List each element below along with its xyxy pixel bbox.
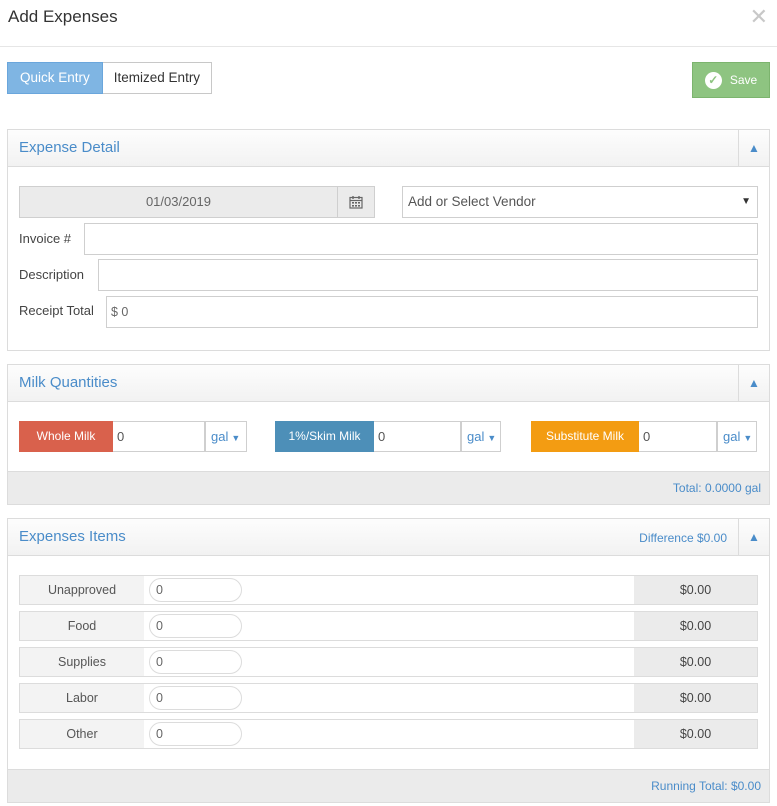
receipt-total-input[interactable]: $ 0 xyxy=(106,296,758,328)
expense-row-food: Food 0 $0.00 xyxy=(19,611,758,641)
expense-row-label: Food xyxy=(20,612,144,640)
description-label: Description xyxy=(19,267,85,282)
whole-milk-group: Whole Milk 0 gal ▼ xyxy=(19,421,247,452)
check-circle-icon: ✓ xyxy=(704,71,722,89)
expense-row-labor: Labor 0 $0.00 xyxy=(19,683,758,713)
dropdown-arrow-icon: ▼ xyxy=(741,196,751,207)
caret-down-icon: ▼ xyxy=(231,433,241,443)
expense-row-input[interactable]: 0 xyxy=(149,614,242,638)
receipt-total-label: Receipt Total xyxy=(19,303,94,318)
vendor-select[interactable]: Add or Select Vendor ▼ xyxy=(402,186,758,218)
unit-label: gal xyxy=(467,429,485,444)
expense-row-amount: $0.00 xyxy=(634,648,757,676)
expense-detail-title: Expense Detail xyxy=(19,139,120,156)
running-total: Running Total: $0.00 xyxy=(8,769,769,802)
substitute-milk-unit-dropdown[interactable]: gal ▼ xyxy=(717,421,757,452)
milk-quantities-panel: Milk Quantities ▲ Whole Milk 0 gal ▼ 1%/S… xyxy=(7,364,770,505)
chevron-up-icon[interactable]: ▲ xyxy=(738,365,769,401)
expense-detail-header: Expense Detail ▲ xyxy=(8,130,769,167)
expense-row-label: Other xyxy=(20,720,144,748)
quick-entry-button[interactable]: Quick Entry xyxy=(7,62,103,94)
expense-row-input[interactable]: 0 xyxy=(149,722,242,746)
skim-milk-group: 1%/Skim Milk 0 gal ▼ xyxy=(275,421,501,452)
expense-row-label: Labor xyxy=(20,684,144,712)
expense-row-amount: $0.00 xyxy=(634,576,757,604)
chevron-up-icon[interactable]: ▲ xyxy=(738,519,769,555)
modal-title: Add Expenses xyxy=(8,7,118,26)
skim-milk-unit-dropdown[interactable]: gal ▼ xyxy=(461,421,501,452)
expense-row-supplies: Supplies 0 $0.00 xyxy=(19,647,758,677)
skim-milk-label: 1%/Skim Milk xyxy=(275,421,374,452)
expenses-items-panel: Expenses Items Difference $0.00 ▲ Unappr… xyxy=(7,518,770,803)
skim-milk-input[interactable]: 0 xyxy=(374,421,461,452)
substitute-milk-label: Substitute Milk xyxy=(531,421,639,452)
expense-row-other: Other 0 $0.00 xyxy=(19,719,758,749)
substitute-milk-group: Substitute Milk 0 gal ▼ xyxy=(531,421,757,452)
expenses-items-header: Expenses Items Difference $0.00 ▲ xyxy=(8,519,769,556)
expense-row-unapproved: Unapproved 0 $0.00 xyxy=(19,575,758,605)
expense-row-label: Supplies xyxy=(20,648,144,676)
itemized-entry-button[interactable]: Itemized Entry xyxy=(102,62,213,94)
save-button[interactable]: ✓ Save xyxy=(692,62,770,98)
whole-milk-unit-dropdown[interactable]: gal ▼ xyxy=(205,421,247,452)
expense-detail-panel: Expense Detail ▲ 01/03/2019 Add or Selec… xyxy=(7,129,770,351)
whole-milk-input[interactable]: 0 xyxy=(113,421,205,452)
unit-label: gal xyxy=(211,429,229,444)
description-input[interactable] xyxy=(98,259,758,291)
expense-row-amount: $0.00 xyxy=(634,612,757,640)
unit-label: gal xyxy=(723,429,741,444)
substitute-milk-input[interactable]: 0 xyxy=(639,421,717,452)
entry-mode-toggle: Quick Entry Itemized Entry xyxy=(7,62,213,94)
caret-down-icon: ▼ xyxy=(487,433,497,443)
expense-row-input[interactable]: 0 xyxy=(149,650,242,674)
expense-row-input[interactable]: 0 xyxy=(149,686,242,710)
date-field[interactable]: 01/03/2019 xyxy=(19,186,375,218)
expense-row-amount: $0.00 xyxy=(634,684,757,712)
expense-row-amount: $0.00 xyxy=(634,720,757,748)
invoice-input[interactable] xyxy=(84,223,758,255)
whole-milk-label: Whole Milk xyxy=(19,421,113,452)
date-value: 01/03/2019 xyxy=(145,194,212,209)
expense-row-input[interactable]: 0 xyxy=(149,578,242,602)
invoice-label: Invoice # xyxy=(19,231,72,246)
milk-total: Total: 0.0000 gal xyxy=(8,471,769,504)
calendar-icon[interactable] xyxy=(337,187,374,217)
expenses-items-title: Expenses Items xyxy=(19,528,126,545)
caret-down-icon: ▼ xyxy=(743,433,753,443)
save-label: Save xyxy=(729,73,758,87)
vendor-placeholder: Add or Select Vendor xyxy=(408,194,536,209)
milk-quantities-header: Milk Quantities ▲ xyxy=(8,365,769,402)
modal-header: Add Expenses ✕ xyxy=(0,0,777,47)
chevron-up-icon[interactable]: ▲ xyxy=(738,130,769,166)
milk-quantities-title: Milk Quantities xyxy=(19,374,118,391)
difference-value: Difference $0.00 xyxy=(639,531,727,545)
close-icon[interactable]: ✕ xyxy=(750,6,768,28)
expense-row-label: Unapproved xyxy=(20,576,144,604)
